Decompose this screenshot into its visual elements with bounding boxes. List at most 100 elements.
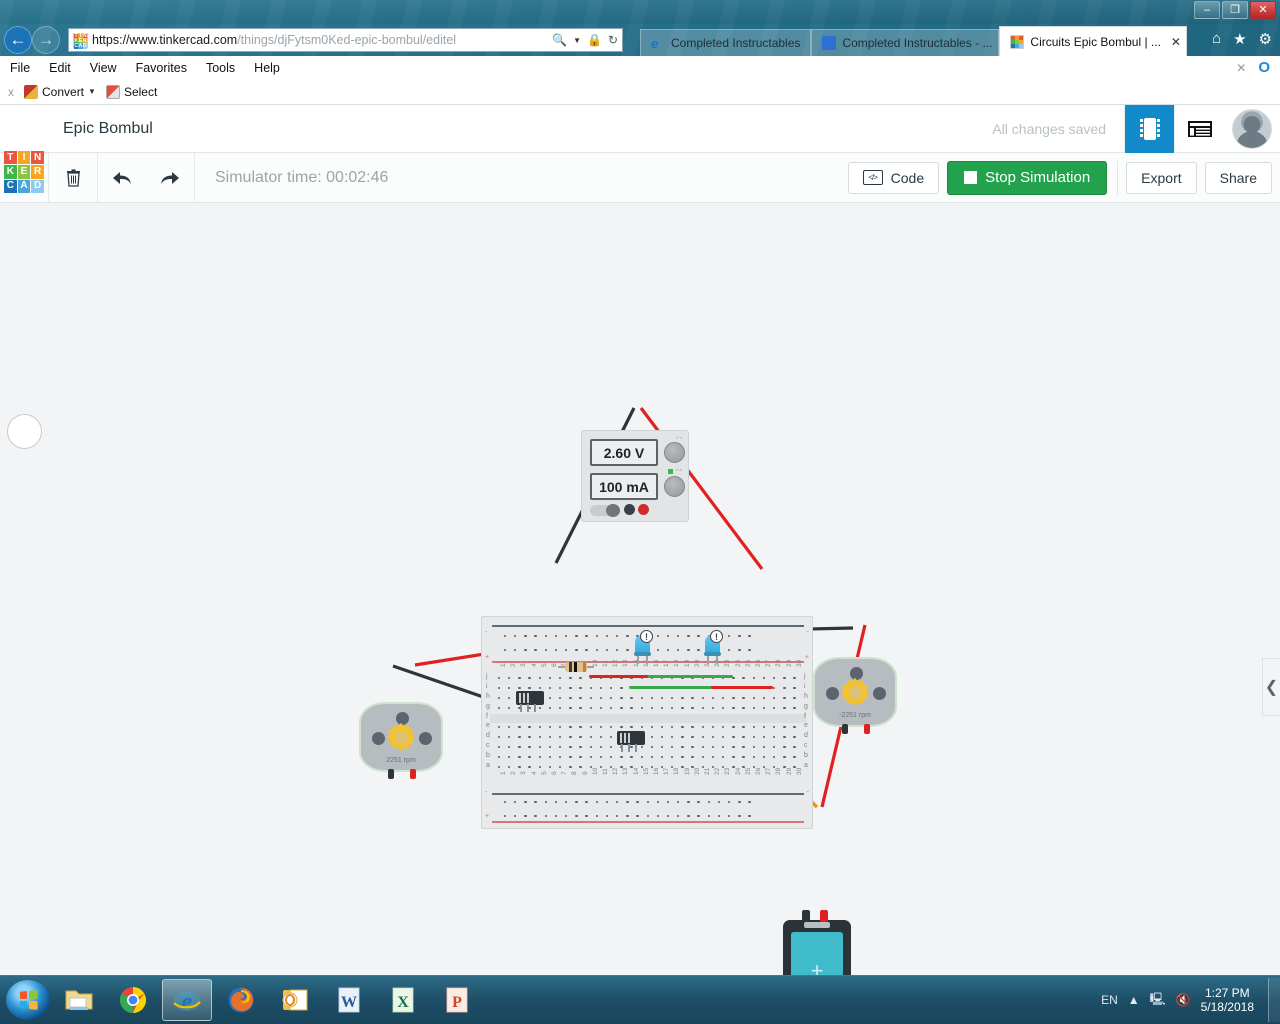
show-hidden-icons-icon[interactable]: ▲ bbox=[1128, 993, 1140, 1007]
breadboard-hole[interactable] bbox=[525, 764, 535, 770]
menu-item-view[interactable]: View bbox=[90, 61, 117, 75]
power-switch[interactable] bbox=[590, 504, 620, 517]
breadboard-hole[interactable] bbox=[749, 705, 759, 711]
list-view-button[interactable] bbox=[1174, 104, 1224, 153]
battery-negative-terminal[interactable] bbox=[802, 910, 810, 922]
breadboard-hole[interactable] bbox=[500, 633, 510, 639]
positive-terminal[interactable] bbox=[638, 504, 649, 515]
breadboard-hole[interactable] bbox=[724, 633, 734, 639]
led-2-warning-badge[interactable]: ! bbox=[710, 630, 723, 643]
breadboard-hole[interactable] bbox=[592, 813, 602, 819]
code-button[interactable]: </> Code bbox=[847, 161, 940, 194]
breadboard-hole[interactable] bbox=[545, 705, 555, 711]
breadboard-hole[interactable] bbox=[718, 754, 728, 760]
breadboard-hole[interactable] bbox=[749, 724, 759, 730]
motor-right[interactable]: -2251 rpm bbox=[813, 657, 897, 734]
breadboard-hole[interactable] bbox=[759, 675, 769, 681]
breadboard-hole[interactable] bbox=[677, 695, 687, 701]
breadboard-hole[interactable] bbox=[612, 799, 622, 805]
breadboard-hole[interactable] bbox=[606, 695, 616, 701]
breadboard-hole[interactable] bbox=[673, 647, 683, 653]
breadboard-hole[interactable] bbox=[734, 633, 744, 639]
menu-item-file[interactable]: File bbox=[10, 61, 30, 75]
breadboard-hole[interactable] bbox=[789, 744, 799, 750]
breadboard-hole[interactable] bbox=[789, 724, 799, 730]
breadboard-hole[interactable] bbox=[576, 724, 586, 730]
breadboard-hole[interactable] bbox=[626, 724, 636, 730]
breadboard-hole[interactable] bbox=[653, 799, 663, 805]
breadboard-hole[interactable] bbox=[551, 813, 561, 819]
breadboard-hole[interactable] bbox=[789, 754, 799, 760]
breadboard-hole[interactable] bbox=[520, 813, 530, 819]
breadboard-hole[interactable] bbox=[683, 647, 693, 653]
breadboard-hole[interactable] bbox=[714, 799, 724, 805]
breadboard-hole[interactable] bbox=[688, 734, 698, 740]
breadboard-hole[interactable] bbox=[565, 734, 575, 740]
breadboard-hole[interactable] bbox=[708, 734, 718, 740]
breadboard-hole[interactable] bbox=[667, 705, 677, 711]
breadboard-hole[interactable] bbox=[683, 633, 693, 639]
breadboard-hole[interactable] bbox=[653, 647, 663, 653]
breadboard-hole[interactable] bbox=[586, 705, 596, 711]
breadboard-hole[interactable] bbox=[657, 724, 667, 730]
breadboard-hole[interactable] bbox=[677, 705, 687, 711]
breadboard-hole[interactable] bbox=[749, 734, 759, 740]
breadboard-hole[interactable] bbox=[586, 734, 596, 740]
share-button[interactable]: Share bbox=[1204, 161, 1272, 194]
breadboard-hole[interactable] bbox=[789, 734, 799, 740]
breadboard-hole[interactable] bbox=[504, 754, 514, 760]
breadboard-hole[interactable] bbox=[647, 705, 657, 711]
breadboard-hole[interactable] bbox=[683, 813, 693, 819]
breadboard-hole-row[interactable] bbox=[500, 813, 755, 819]
breadboard-hole[interactable] bbox=[576, 754, 586, 760]
home-icon[interactable]: ⌂ bbox=[1212, 30, 1221, 48]
breadboard-hole[interactable] bbox=[602, 633, 612, 639]
breadboard-hole[interactable] bbox=[637, 705, 647, 711]
breadboard-hole[interactable] bbox=[647, 724, 657, 730]
breadboard-hole[interactable] bbox=[745, 647, 755, 653]
breadboard-hole[interactable] bbox=[789, 675, 799, 681]
breadboard-hole[interactable] bbox=[779, 744, 789, 750]
breadboard-hole[interactable] bbox=[759, 724, 769, 730]
breadboard-hole[interactable] bbox=[789, 705, 799, 711]
breadboard-hole[interactable] bbox=[571, 633, 581, 639]
breadboard-hole[interactable] bbox=[606, 744, 616, 750]
breadboard-hole[interactable] bbox=[494, 754, 504, 760]
network-icon[interactable]: 🖳 bbox=[1150, 990, 1166, 1011]
breadboard-hole[interactable] bbox=[637, 695, 647, 701]
breadboard-hole[interactable] bbox=[698, 695, 708, 701]
breadboard-hole[interactable] bbox=[718, 744, 728, 750]
power-supply[interactable]: 2.60 V 100 mA 0 V 0 A bbox=[581, 430, 689, 522]
breadboard-hole[interactable] bbox=[586, 695, 596, 701]
breadboard-hole[interactable] bbox=[494, 764, 504, 770]
breadboard-hole[interactable] bbox=[545, 685, 555, 691]
breadboard-hole[interactable] bbox=[779, 734, 789, 740]
breadboard-hole[interactable] bbox=[779, 754, 789, 760]
voltage-knob[interactable] bbox=[664, 442, 685, 463]
breadboard-hole[interactable] bbox=[545, 695, 555, 701]
breadboard-hole[interactable] bbox=[704, 813, 714, 819]
motor-left-negative-lead[interactable] bbox=[388, 769, 394, 779]
tinkercad-logo[interactable]: T I N K E R C A D bbox=[4, 151, 44, 193]
battery[interactable]: + AA 1.5V – bbox=[783, 910, 851, 975]
breadboard-hole[interactable] bbox=[626, 705, 636, 711]
breadboard-hole[interactable] bbox=[602, 813, 612, 819]
breadboard-hole[interactable] bbox=[647, 734, 657, 740]
breadboard-hole[interactable] bbox=[616, 695, 626, 701]
breadboard-hole[interactable] bbox=[555, 734, 565, 740]
breadboard-hole[interactable] bbox=[698, 734, 708, 740]
breadboard-hole[interactable] bbox=[565, 754, 575, 760]
breadboard-hole[interactable] bbox=[520, 647, 530, 653]
breadboard-hole[interactable] bbox=[622, 799, 632, 805]
breadboard-hole[interactable] bbox=[789, 695, 799, 701]
breadboard-hole[interactable] bbox=[576, 685, 586, 691]
breadboard-hole[interactable] bbox=[582, 799, 592, 805]
clock[interactable]: 1:27 PM 5/18/2018 bbox=[1201, 986, 1254, 1014]
forward-arrow-icon[interactable]: → bbox=[32, 26, 60, 54]
opera-badge-icon[interactable]: O bbox=[1258, 59, 1270, 76]
breadboard-hole[interactable] bbox=[677, 724, 687, 730]
breadboard-hole[interactable] bbox=[545, 675, 555, 681]
delete-button[interactable] bbox=[49, 153, 97, 203]
jumper-green-1[interactable] bbox=[648, 675, 733, 678]
menu-item-tools[interactable]: Tools bbox=[206, 61, 235, 75]
